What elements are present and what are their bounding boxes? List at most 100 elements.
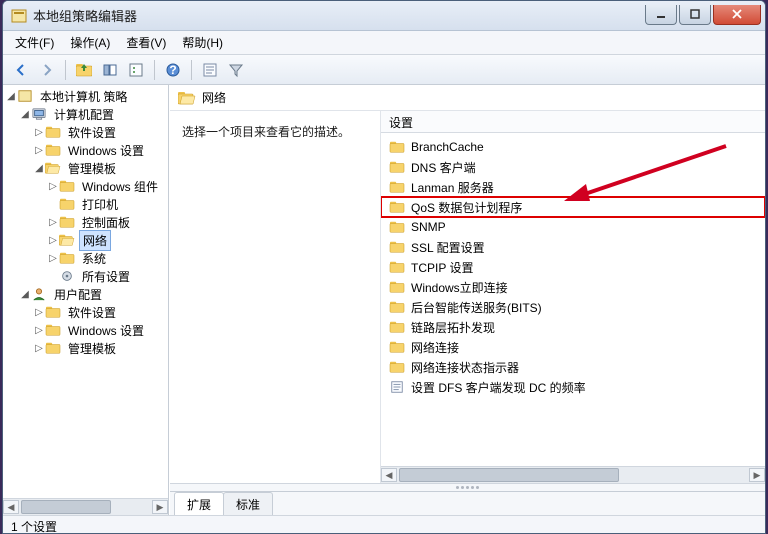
folder-open-icon (178, 90, 196, 106)
list-item[interactable]: SNMP (381, 217, 765, 237)
expand-icon[interactable]: ▷ (33, 325, 45, 336)
scroll-left-icon[interactable]: ◀ (381, 468, 397, 482)
folder-icon (389, 260, 405, 274)
tree-network[interactable]: ▷ 网络 (5, 231, 166, 249)
tree-hscrollbar[interactable]: ◀ ▶ (3, 498, 168, 515)
tree-system[interactable]: ▷ 系统 (5, 249, 166, 267)
tree-user-admin-templates[interactable]: ▷ 管理模板 (5, 339, 166, 357)
properties-button[interactable] (124, 58, 148, 82)
user-icon (31, 287, 47, 301)
list-item-label: SSL 配置设置 (411, 239, 485, 256)
up-button[interactable] (72, 58, 96, 82)
list-item[interactable]: SSL 配置设置 (381, 237, 765, 257)
folder-icon (45, 143, 61, 157)
tree-computer-config[interactable]: ◢ 计算机配置 (5, 105, 166, 123)
svg-text:?: ? (169, 63, 176, 77)
minimize-button[interactable] (645, 5, 677, 25)
tree-user-software[interactable]: ▷ 软件设置 (5, 303, 166, 321)
status-text: 1 个设置 (11, 518, 57, 534)
list-item[interactable]: QoS 数据包计划程序 (381, 197, 765, 217)
list-item[interactable]: 后台智能传送服务(BITS) (381, 297, 765, 317)
tab-standard[interactable]: 标准 (223, 492, 273, 515)
close-button[interactable] (713, 5, 761, 25)
folder-icon (59, 215, 75, 229)
tree-printers[interactable]: 打印机 (5, 195, 166, 213)
pane-grip[interactable] (170, 483, 765, 491)
folder-icon (45, 125, 61, 139)
settings-list[interactable]: BranchCacheDNS 客户端Lanman 服务器QoS 数据包计划程序S… (381, 133, 765, 466)
list-item[interactable]: 网络连接 (381, 337, 765, 357)
scroll-left-icon[interactable]: ◀ (3, 500, 19, 514)
collapse-icon[interactable]: ◢ (5, 91, 17, 102)
folder-icon (45, 341, 61, 355)
setting-icon (389, 380, 405, 394)
list-hscrollbar[interactable]: ◀ ▶ (381, 466, 765, 483)
expand-icon[interactable]: ▷ (33, 127, 45, 138)
tree-software-settings[interactable]: ▷ 软件设置 (5, 123, 166, 141)
back-button[interactable] (9, 58, 33, 82)
folder-icon (389, 300, 405, 314)
list-item[interactable]: BranchCache (381, 137, 765, 157)
expand-icon[interactable]: ▷ (47, 235, 59, 246)
list-item[interactable]: 链路层拓扑发现 (381, 317, 765, 337)
list-item[interactable]: Windows立即连接 (381, 277, 765, 297)
folder-icon (389, 360, 405, 374)
folder-icon (389, 180, 405, 194)
expand-icon[interactable]: ▷ (33, 343, 45, 354)
menu-view[interactable]: 查看(V) (118, 31, 174, 54)
tab-extended[interactable]: 扩展 (174, 492, 224, 515)
details-title: 网络 (202, 89, 226, 106)
filter-options-button[interactable] (198, 58, 222, 82)
gpedit-window: 本地组策略编辑器 文件(F) 操作(A) 查看(V) 帮助(H) ? ◢ (2, 0, 766, 534)
filter-button[interactable] (224, 58, 248, 82)
folder-open-icon (59, 233, 75, 247)
expand-icon[interactable]: ▷ (33, 307, 45, 318)
folder-icon (45, 305, 61, 319)
show-hide-tree-button[interactable] (98, 58, 122, 82)
tree-admin-templates[interactable]: ◢ 管理模板 (5, 159, 166, 177)
app-icon (11, 8, 27, 24)
tree-windows-settings[interactable]: ▷ Windows 设置 (5, 141, 166, 159)
tree-root[interactable]: ◢ 本地计算机 策略 (5, 87, 166, 105)
window-title: 本地组策略编辑器 (33, 6, 643, 25)
menu-help[interactable]: 帮助(H) (174, 31, 231, 54)
list-item[interactable]: 网络连接状态指示器 (381, 357, 765, 377)
list-item-label: 后台智能传送服务(BITS) (411, 299, 542, 316)
forward-button[interactable] (35, 58, 59, 82)
list-item[interactable]: Lanman 服务器 (381, 177, 765, 197)
list-item-label: 链路层拓扑发现 (411, 319, 495, 336)
list-item[interactable]: TCPIP 设置 (381, 257, 765, 277)
toolbar: ? (3, 55, 765, 85)
collapse-icon[interactable]: ◢ (19, 289, 31, 300)
list-item-label: QoS 数据包计划程序 (411, 199, 522, 216)
tree-user-windows[interactable]: ▷ Windows 设置 (5, 321, 166, 339)
scrollbar-thumb[interactable] (399, 468, 619, 482)
menu-file[interactable]: 文件(F) (7, 31, 62, 54)
policy-tree[interactable]: ◢ 本地计算机 策略 ◢ 计算机配置 ▷ 软件设置 ▷ Win (3, 85, 168, 498)
tree-windows-components[interactable]: ▷ Windows 组件 (5, 177, 166, 195)
folder-icon (59, 251, 75, 265)
tree-all-settings[interactable]: 所有设置 (5, 267, 166, 285)
help-button[interactable]: ? (161, 58, 185, 82)
list-item[interactable]: 设置 DFS 客户端发现 DC 的频率 (381, 377, 765, 397)
scrollbar-thumb[interactable] (21, 500, 111, 514)
collapse-icon[interactable]: ◢ (19, 109, 31, 120)
column-header-setting[interactable]: 设置 (381, 111, 765, 133)
folder-icon (59, 179, 75, 193)
expand-icon[interactable]: ▷ (47, 217, 59, 228)
scroll-right-icon[interactable]: ▶ (749, 468, 765, 482)
tree-control-panel[interactable]: ▷ 控制面板 (5, 213, 166, 231)
maximize-button[interactable] (679, 5, 711, 25)
list-item-label: BranchCache (411, 140, 484, 154)
titlebar[interactable]: 本地组策略编辑器 (3, 1, 765, 31)
scroll-right-icon[interactable]: ▶ (152, 500, 168, 514)
list-item-label: 网络连接状态指示器 (411, 359, 519, 376)
details-pane: 网络 选择一个项目来查看它的描述。 设置 BranchCacheDNS 客户端L… (169, 85, 765, 515)
tree-user-config[interactable]: ◢ 用户配置 (5, 285, 166, 303)
expand-icon[interactable]: ▷ (33, 145, 45, 156)
list-item[interactable]: DNS 客户端 (381, 157, 765, 177)
collapse-icon[interactable]: ◢ (33, 163, 45, 174)
menu-action[interactable]: 操作(A) (62, 31, 118, 54)
expand-icon[interactable]: ▷ (47, 181, 59, 192)
expand-icon[interactable]: ▷ (47, 253, 59, 264)
